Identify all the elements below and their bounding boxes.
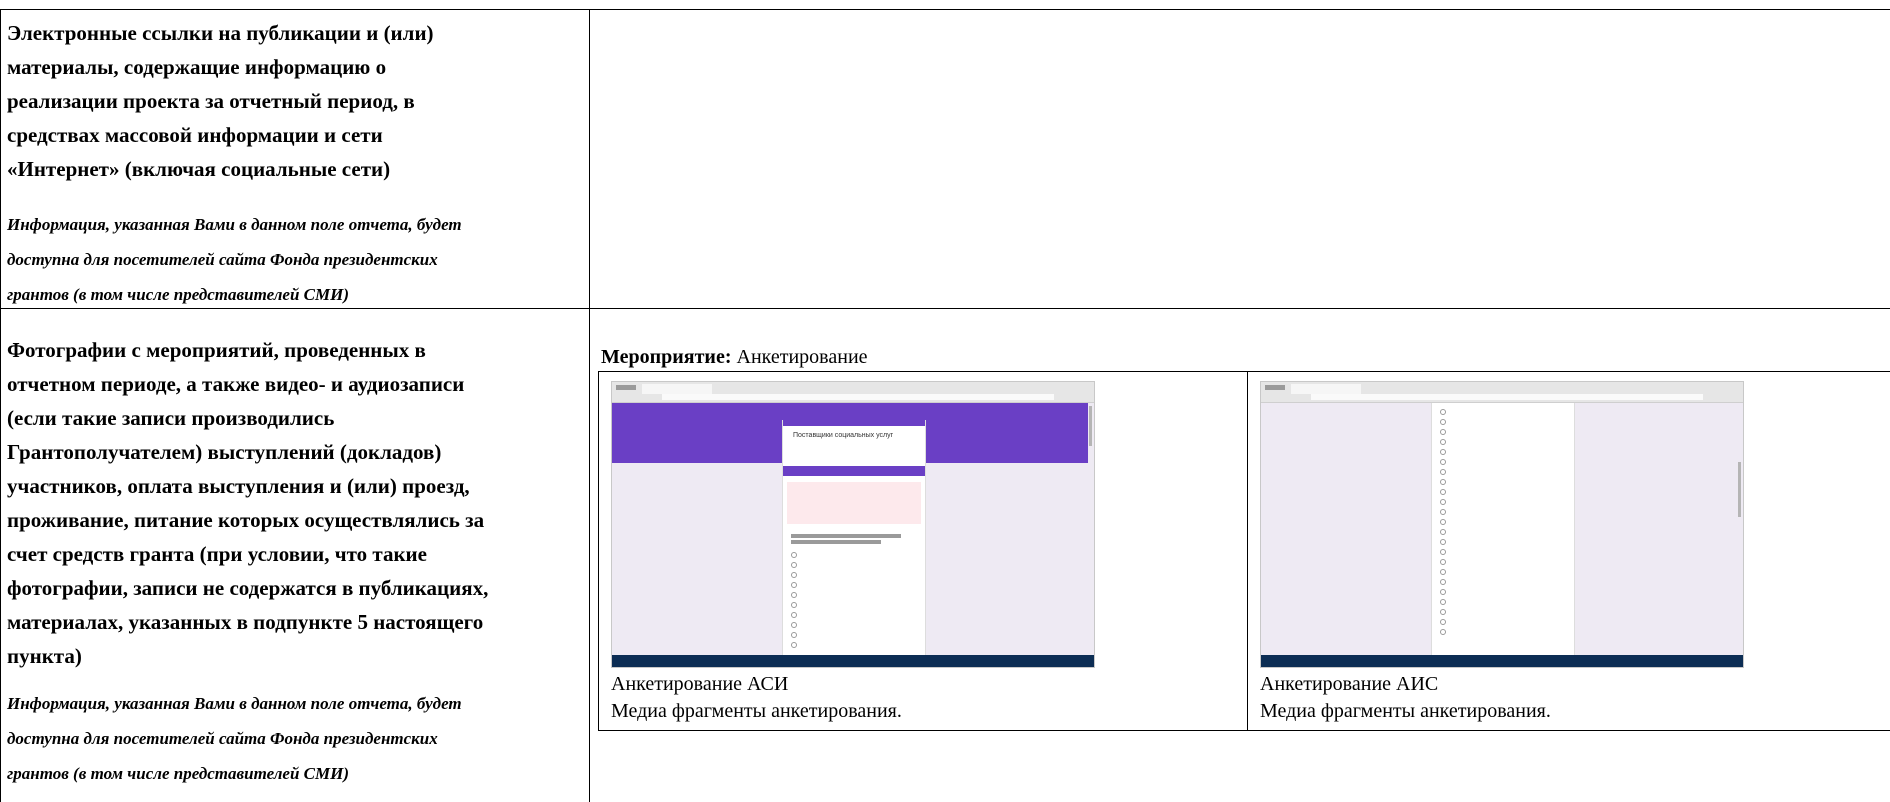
radio-icon (791, 572, 797, 578)
label-line: пункта) (7, 644, 82, 668)
radio-icon (1440, 589, 1446, 595)
row-links-value[interactable] (590, 10, 1890, 308)
row-links-label: Электронные ссылки на публикации и (или)… (7, 16, 577, 186)
radio-icon (791, 552, 797, 558)
label-line: фотографии, записи не содержатся в публи… (7, 576, 489, 600)
label-line: отчетном периоде, а также видео- и аудио… (7, 372, 465, 396)
radio-icon (1440, 509, 1446, 515)
radio-icon (1440, 469, 1446, 475)
label-line: счет средств гранта (при условии, что та… (7, 542, 427, 566)
radio-icon (791, 592, 797, 598)
label-line: материалы, содержащие информацию о (7, 55, 387, 79)
note-line: грантов (в том числе представителей СМИ) (7, 764, 350, 783)
address-bar (662, 394, 1054, 400)
row-photos-note: Информация, указанная Вами в данном поле… (7, 686, 577, 791)
label-line: реализации проекта за отчетный период, в (7, 89, 415, 113)
browser-chrome (612, 382, 1094, 403)
radio-icon (1440, 599, 1446, 605)
label-line: «Интернет» (включая социальные сети) (7, 157, 391, 181)
radio-icon (1440, 529, 1446, 535)
radio-icon (1440, 559, 1446, 565)
radio-icon (791, 622, 797, 628)
media-title: Анкетирование АИС (1260, 673, 1439, 695)
form-card (1431, 403, 1575, 655)
label-line: материалах, указанных в подпункте 5 наст… (7, 610, 484, 634)
label-line: (если такие записи производились (7, 406, 335, 430)
radio-icon (791, 642, 797, 648)
radio-icon (1440, 579, 1446, 585)
form-line (791, 540, 881, 544)
note-line: Информация, указанная Вами в данном поле… (7, 215, 462, 234)
radio-icon (1440, 439, 1446, 445)
radio-icon (791, 632, 797, 638)
radio-icon (1440, 459, 1446, 465)
radio-icon (1440, 409, 1446, 415)
radio-icon (791, 602, 797, 608)
browser-tab (1291, 384, 1361, 394)
radio-icon (1440, 419, 1446, 425)
radio-icon (1440, 549, 1446, 555)
form-section-bar (783, 466, 925, 476)
label-line: средствах массовой информации и сети (7, 123, 383, 147)
radio-icon (1440, 619, 1446, 625)
media-photo-asi[interactable]: Поставщики социальных услуг (611, 381, 1095, 668)
taskbar (1261, 655, 1743, 667)
media-description: Медиа фрагменты анкетирования. (1260, 700, 1551, 722)
form-line (791, 534, 901, 538)
form-error-block (787, 482, 921, 524)
radio-icon (1440, 609, 1446, 615)
media-table: Поставщики социальных услуг Анкетировани… (598, 371, 1890, 731)
browser-tab (642, 384, 712, 394)
scrollbar (1738, 462, 1741, 517)
radio-icon (1440, 489, 1446, 495)
browser-chrome (1261, 382, 1743, 403)
radio-icon (1440, 449, 1446, 455)
media-description: Медиа фрагменты анкетирования. (611, 700, 902, 722)
note-line: доступна для посетителей сайта Фонда пре… (7, 250, 438, 269)
event-label: Мероприятие: (601, 346, 732, 368)
label-line: Фотографии с мероприятий, проведенных в (7, 338, 426, 362)
media-cell-ais: Анкетирование АИС Медиа фрагменты анкети… (1248, 372, 1890, 730)
label-line: проживание, питание которых осуществляли… (7, 508, 485, 532)
radio-icon (1440, 569, 1446, 575)
media-photo-ais[interactable] (1260, 381, 1744, 668)
radio-icon (1440, 429, 1446, 435)
table-left-border (0, 9, 1, 802)
address-bar (1311, 394, 1703, 400)
form-card-header: Поставщики социальных услуг (783, 420, 925, 448)
taskbar (612, 655, 1094, 667)
note-line: Информация, указанная Вами в данном поле… (7, 694, 462, 713)
radio-icon (791, 612, 797, 618)
label-line: Грантополучателем) выступлений (докладов… (7, 440, 442, 464)
label-line: Электронные ссылки на публикации и (или) (7, 21, 434, 45)
window-controls-icon (616, 385, 636, 390)
event-value: Анкетирование (736, 346, 868, 368)
event-heading: Мероприятие: Анкетирование (601, 346, 868, 369)
radio-icon (791, 582, 797, 588)
form-card: Поставщики социальных услуг (782, 420, 926, 655)
radio-icon (1440, 499, 1446, 505)
radio-icon (1440, 629, 1446, 635)
media-title: Анкетирование АСИ (611, 673, 789, 695)
window-controls-icon (1265, 385, 1285, 390)
radio-icon (791, 562, 797, 568)
row-links-note: Информация, указанная Вами в данном поле… (7, 207, 577, 312)
scrollbar (1089, 406, 1092, 446)
form-title: Поставщики социальных услуг (793, 432, 894, 439)
radio-icon (1440, 539, 1446, 545)
media-cell-asi: Поставщики социальных услуг Анкетировани… (599, 372, 1247, 730)
note-line: грантов (в том числе представителей СМИ) (7, 285, 350, 304)
radio-icon (1440, 519, 1446, 525)
radio-icon (1440, 479, 1446, 485)
label-line: участников, оплата выступления и (или) п… (7, 474, 470, 498)
note-line: доступна для посетителей сайта Фонда пре… (7, 729, 438, 748)
row-photos-label: Фотографии с мероприятий, проведенных в … (7, 333, 577, 673)
